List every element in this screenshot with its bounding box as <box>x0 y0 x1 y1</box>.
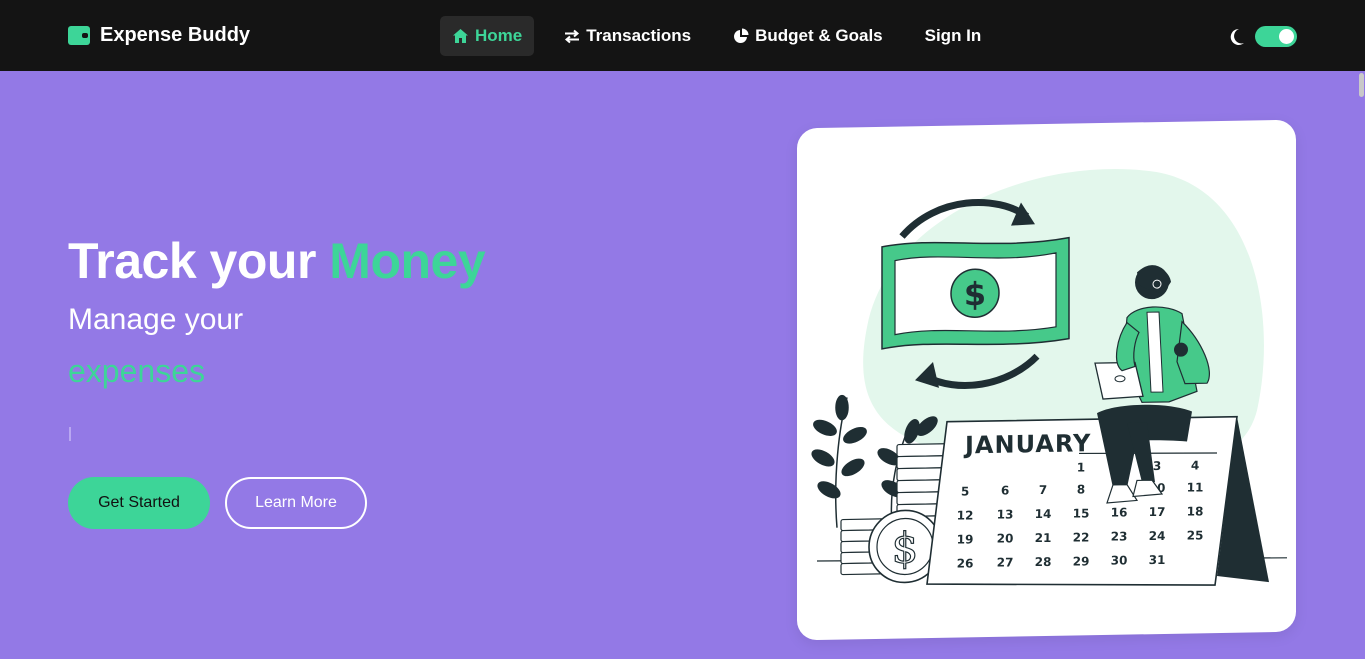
calendar-day: 19 <box>957 532 974 546</box>
learn-more-button[interactable]: Learn More <box>225 477 367 529</box>
hero-illustration-card: $ $ JANUARY 1 3 4 5 6 7 8 11 12 13 14 15… <box>797 119 1296 641</box>
theme-switch[interactable] <box>1255 26 1297 47</box>
calendar-day: 6 <box>1001 484 1010 498</box>
calendar-day: 20 <box>997 532 1014 546</box>
calendar-day: 17 <box>1149 505 1166 519</box>
calendar-day: 5 <box>961 484 970 498</box>
theme-toggle[interactable] <box>1229 26 1297 47</box>
calendar-month: JANUARY <box>963 429 1091 459</box>
hero-title-text: Track your <box>68 233 330 289</box>
calendar-day: 11 <box>1187 480 1204 494</box>
typing-cursor <box>69 427 71 441</box>
calendar-day: 15 <box>1073 506 1090 520</box>
calendar-day: 14 <box>1035 507 1052 521</box>
calendar-day: 8 <box>1077 482 1086 496</box>
calendar-day: 22 <box>1073 530 1090 544</box>
get-started-button[interactable]: Get Started <box>68 477 210 529</box>
coin-dollar-sign: $ <box>892 523 919 572</box>
wallet-icon <box>68 26 90 45</box>
calendar-day: 25 <box>1187 528 1204 542</box>
calendar-day: 23 <box>1111 530 1128 544</box>
home-icon <box>453 29 468 43</box>
nav-label-budget-goals: Budget & Goals <box>755 26 883 45</box>
calendar-day: 21 <box>1035 531 1052 545</box>
hero-title: Track your Money <box>68 232 486 290</box>
calendar-day: 13 <box>997 508 1014 522</box>
bill-dollar-sign: $ <box>964 275 986 313</box>
calendar-day: 18 <box>1187 504 1204 518</box>
brand-logo[interactable]: Expense Buddy <box>68 24 250 47</box>
calendar-day: 26 <box>957 556 974 570</box>
navbar: Expense Buddy Home Transactions Budget &… <box>0 0 1365 71</box>
switch-knob <box>1279 29 1294 44</box>
nav-links: Home Transactions Budget & Goals Sign In <box>440 16 1011 56</box>
calendar-day: 31 <box>1149 553 1166 567</box>
calendar-day: 4 <box>1191 458 1200 472</box>
calendar-day: 30 <box>1111 554 1128 568</box>
scrollbar[interactable] <box>1357 71 1365 659</box>
hero-subtitle: Manage your <box>68 303 244 336</box>
calendar-day: 3 <box>1153 459 1162 473</box>
nav-item-home[interactable]: Home <box>440 16 535 56</box>
calendar-day: 7 <box>1039 483 1048 497</box>
nav-label-transactions: Transactions <box>586 26 692 45</box>
calendar-day: 1 <box>1077 460 1086 474</box>
scrollbar-thumb[interactable] <box>1359 73 1364 97</box>
pie-chart-icon <box>734 28 749 43</box>
calendar-day: 12 <box>957 508 974 522</box>
nav-item-transactions[interactable]: Transactions <box>552 16 703 56</box>
nav-item-budget-goals[interactable]: Budget & Goals <box>721 16 895 56</box>
hero-title-accent: Money <box>329 233 486 289</box>
calendar-day: 29 <box>1073 554 1090 568</box>
calendar-day: 16 <box>1111 506 1128 520</box>
nav-label-home: Home <box>475 26 523 45</box>
brand-name: Expense Buddy <box>100 24 251 46</box>
hero-typed-word: expenses <box>68 353 205 389</box>
calendar-day: 27 <box>997 556 1014 570</box>
nav-label-sign-in: Sign In <box>924 26 982 45</box>
moon-icon <box>1230 28 1244 45</box>
nav-item-sign-in[interactable]: Sign In <box>913 16 994 56</box>
exchange-icon <box>565 29 580 43</box>
calendar-day: 28 <box>1035 555 1052 569</box>
finance-illustration: $ $ JANUARY 1 3 45 6 7 8 1112 13 14 15 1… <box>811 169 1288 586</box>
calendar-day: 24 <box>1149 529 1166 543</box>
